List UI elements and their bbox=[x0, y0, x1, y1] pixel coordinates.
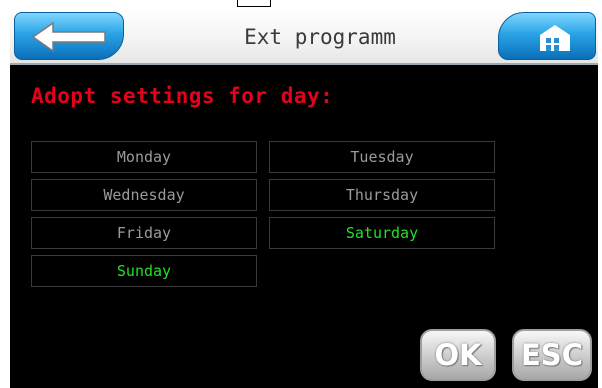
day-button-thursday[interactable]: Thursday bbox=[269, 179, 495, 211]
top-margin bbox=[0, 0, 602, 9]
day-button-sunday[interactable]: Sunday bbox=[31, 255, 257, 287]
day-button-wednesday[interactable]: Wednesday bbox=[31, 179, 257, 211]
home-button[interactable] bbox=[498, 12, 596, 60]
day-button-saturday[interactable]: Saturday bbox=[269, 217, 495, 249]
back-button[interactable] bbox=[14, 12, 124, 60]
ok-button[interactable]: OK bbox=[420, 329, 496, 381]
day-button-friday[interactable]: Friday bbox=[31, 217, 257, 249]
top-marker bbox=[237, 0, 271, 7]
header-bar: Ext programm bbox=[10, 9, 598, 65]
day-button-tuesday[interactable]: Tuesday bbox=[269, 141, 495, 173]
day-button-monday[interactable]: Monday bbox=[31, 141, 257, 173]
page-title: Ext programm bbox=[244, 25, 396, 49]
home-icon bbox=[540, 25, 570, 51]
arrow-left-icon bbox=[31, 21, 106, 53]
section-heading: Adopt settings for day: bbox=[31, 84, 334, 108]
esc-button[interactable]: ESC bbox=[512, 329, 592, 381]
